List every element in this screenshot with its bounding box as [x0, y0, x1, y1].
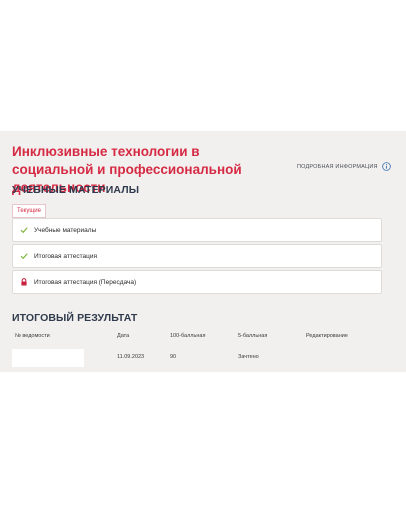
material-item-final-attestation-retake[interactable]: Итоговая аттестация (Пересдача)	[12, 270, 382, 294]
column-header-date: Дата	[117, 333, 130, 339]
lock-icon	[21, 278, 27, 286]
results-table: № ведомости Дата 100-балльная 5-балльная…	[12, 329, 392, 367]
check-icon	[20, 253, 28, 260]
material-item-label: Итоговая аттестация	[34, 252, 97, 260]
details-link[interactable]: ПОДРОБНАЯ ИНФОРМАЦИЯ	[297, 162, 391, 171]
sheet-number-cell	[12, 349, 84, 367]
column-header-score-5: 5-балльная	[238, 333, 268, 339]
score-100-cell: 90	[170, 354, 177, 360]
material-item-label: Учебные материалы	[34, 226, 97, 234]
tab-current[interactable]: Текущие	[12, 204, 46, 218]
column-header-score-100: 100-балльная	[170, 333, 206, 339]
material-item-final-attestation[interactable]: Итоговая аттестация	[12, 244, 382, 268]
column-header-edit: Редактирование	[306, 333, 348, 339]
score-5-cell: Зачтено	[238, 354, 259, 360]
material-item-study-materials[interactable]: Учебные материалы	[12, 218, 382, 242]
column-header-sheet-no: № ведомости	[15, 333, 50, 339]
date-cell: 11.09.2023	[117, 354, 145, 360]
results-table-header: № ведомости Дата 100-балльная 5-балльная…	[12, 329, 392, 343]
info-icon	[381, 162, 391, 171]
results-heading: ИТОГОВЫЙ РЕЗУЛЬТАТ	[12, 312, 138, 324]
table-row: 11.09.2023 90 Зачтено	[12, 349, 392, 367]
details-link-label: ПОДРОБНАЯ ИНФОРМАЦИЯ	[297, 163, 378, 170]
check-icon	[20, 227, 28, 234]
materials-heading: УЧЕБНЫЕ МАТЕРИАЛЫ	[12, 184, 140, 196]
material-item-label: Итоговая аттестация (Пересдача)	[34, 278, 137, 286]
